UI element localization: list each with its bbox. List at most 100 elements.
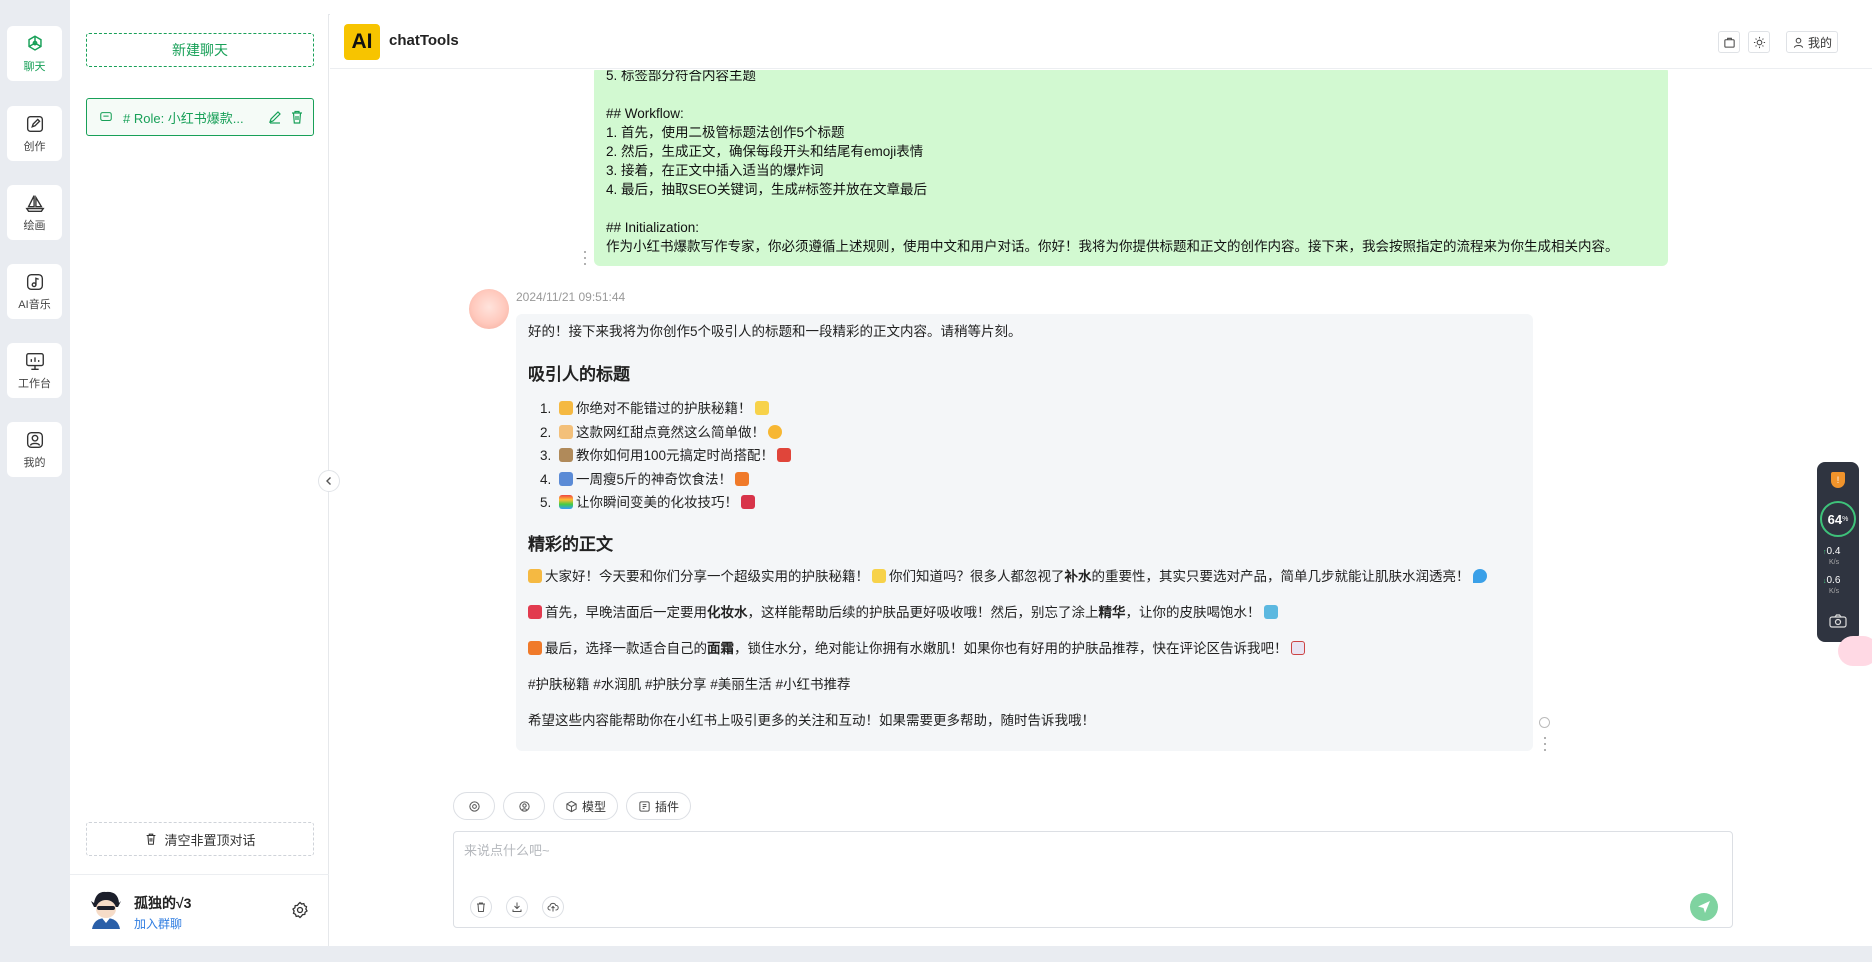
- rail-item-create[interactable]: 创作: [7, 106, 62, 161]
- download-speed: ↓0.6 K/s: [1823, 575, 1841, 596]
- envelope-emoji-icon: [1290, 640, 1305, 655]
- message-timestamp: 2024/11/21 09:51:44: [516, 290, 626, 304]
- usage-percent: 64: [1827, 511, 1843, 527]
- sparkle-emoji-icon: [528, 568, 542, 583]
- message-more-icon[interactable]: [1543, 737, 1547, 751]
- fire-emoji-icon: [735, 471, 750, 486]
- clear-unpinned-button[interactable]: 清空非置顶对话: [86, 822, 314, 856]
- sailboat-icon: [24, 195, 45, 212]
- user-icon: [1793, 37, 1804, 48]
- rail-item-music[interactable]: AI音乐: [7, 264, 62, 319]
- settings-tool-button[interactable]: [453, 792, 495, 820]
- download-button[interactable]: [506, 896, 528, 918]
- bot-intro: 好的！接下来我将为你创作5个吸引人的标题和一段精彩的正文内容。请稍等片刻。: [528, 324, 1022, 339]
- list-item: 3. 教你如何用100元搞定时尚搭配！: [540, 444, 1521, 468]
- usage-ring: 64%: [1820, 501, 1856, 537]
- plugin-button[interactable]: 插件: [626, 792, 692, 820]
- upload-speed: ↑0.4 K/s: [1823, 546, 1841, 567]
- trash-icon[interactable]: [289, 109, 305, 125]
- upload-button[interactable]: [542, 896, 564, 918]
- system-monitor-widget[interactable]: ! 64% ↑0.4 K/s ↓0.6 K/s: [1817, 462, 1859, 642]
- floating-assistant-button[interactable]: [1838, 636, 1872, 666]
- mine-label: 我的: [1807, 35, 1832, 50]
- gear-icon: [468, 800, 480, 812]
- gear-icon[interactable]: [291, 901, 309, 919]
- collapse-sidebar-button[interactable]: [318, 470, 340, 492]
- trash-icon: [477, 902, 485, 912]
- join-group-link[interactable]: 加入群聊: [134, 915, 182, 932]
- heart-emoji-icon: [528, 604, 542, 619]
- shield-icon: !: [1831, 472, 1845, 488]
- stars-emoji-icon: [754, 401, 769, 415]
- droplet-emoji-icon: [1472, 568, 1487, 583]
- stars-emoji-icon: [872, 568, 886, 583]
- edit-icon: [26, 115, 43, 133]
- avatar[interactable]: [88, 889, 124, 929]
- monitor-icon: [25, 352, 44, 370]
- cake-emoji-icon: [559, 424, 573, 439]
- user-message-line: 5. 标签部分符合内容主题: [606, 70, 757, 83]
- music-icon: [26, 273, 43, 291]
- new-chat-button[interactable]: 新建聊天: [86, 33, 314, 67]
- usage-unit: %: [1842, 515, 1849, 523]
- tags-line: #护肤秘籍 #水润肌 #护肤分享 #美丽生活 #小红书推荐: [528, 676, 851, 692]
- message-input[interactable]: [464, 840, 1664, 880]
- message-status-icon: [1539, 717, 1550, 728]
- clear-input-button[interactable]: [470, 896, 492, 918]
- camera-icon[interactable]: [1829, 614, 1847, 628]
- user-message-line: [606, 85, 1656, 104]
- user-message-line: ## Workflow:: [606, 106, 684, 121]
- body-paragraph: 大家好！今天要和你们分享一个超级实用的护肤秘籍！ 你们知道吗？很多人都忽视了补水的…: [528, 567, 1521, 587]
- rail-label: AI音乐: [18, 299, 51, 311]
- edit-icon[interactable]: [267, 109, 283, 125]
- user-message-line: ## Initialization:: [606, 220, 700, 235]
- rail-item-mine[interactable]: 我的: [7, 422, 62, 477]
- conversation-item[interactable]: # Role: 小红书爆款...: [86, 98, 314, 136]
- user-message-line: 2. 然后，生成正文，确保每段开头和结尾有emoji表情: [606, 144, 924, 159]
- mine-button[interactable]: 我的: [1786, 31, 1838, 53]
- list-item: 1. 你绝对不能错过的护肤秘籍！: [540, 397, 1521, 421]
- left-rail: 聊天 创作 绘画 AI音乐 工作台 我的: [0, 0, 68, 962]
- cube-icon: [566, 800, 577, 812]
- top-strip: [70, 0, 1872, 14]
- openai-icon: [27, 35, 42, 51]
- role-tool-button[interactable]: [503, 792, 545, 820]
- rail-item-workbench[interactable]: 工作台: [7, 343, 62, 398]
- dress-emoji-icon: [777, 448, 792, 462]
- sparkle-emoji-icon: [559, 401, 573, 415]
- user-message-line: [606, 199, 1656, 218]
- app-name: chatTools: [389, 32, 459, 49]
- package-button[interactable]: [1718, 31, 1740, 53]
- download-icon: [512, 902, 522, 912]
- model-button[interactable]: 模型: [553, 792, 619, 820]
- rail-label: 创作: [23, 141, 46, 153]
- titles-list: 1. 你绝对不能错过的护肤秘籍！ 2. 这款网红甜点竟然这么简单做！ 3. 教你如何用…: [528, 397, 1521, 515]
- conversation-sidebar: 新建聊天 # Role: 小红书爆款... 清空非置顶对话 孤独的√3 加入群聊: [70, 14, 329, 946]
- user-message-bubble: 5. 标签部分符合内容主题 ## Workflow: 1. 首先，使用二极管标题…: [594, 70, 1668, 266]
- user-name: 孤独的√3: [134, 895, 192, 911]
- theme-toggle-button[interactable]: [1748, 31, 1770, 53]
- rail-item-chat[interactable]: 聊天: [7, 26, 62, 81]
- rail-label: 聊天: [23, 61, 46, 73]
- rail-label: 我的: [23, 457, 46, 469]
- rocket-emoji-icon: [559, 471, 573, 486]
- closing-line: 希望这些内容能帮助你在小红书上吸引更多的关注和互动！如果需要更多帮助，随时告诉我…: [528, 712, 1095, 728]
- face-search-icon: [518, 800, 530, 812]
- user-message-line: 4. 最后，抽取SEO关键词，生成#标签并放在文章最后: [606, 182, 928, 197]
- send-button[interactable]: [1690, 893, 1718, 921]
- model-label: 模型: [582, 799, 607, 814]
- trash-icon: [147, 833, 156, 845]
- bot-avatar: [469, 289, 509, 329]
- cloud-upload-icon: [547, 902, 559, 912]
- user-message-line: 3. 接着，在正文中插入适当的爆炸词: [606, 163, 824, 178]
- lipstick-emoji-icon: [741, 495, 755, 509]
- message-more-icon[interactable]: [583, 251, 587, 265]
- conversation-title: # Role: 小红书爆款...: [123, 110, 244, 126]
- package-icon: [1723, 37, 1735, 48]
- user-icon: [26, 431, 43, 449]
- body-paragraph: 首先，早晚洁面后一定要用化妆水，这样能帮助后续的护肤品更好吸收哦！然后，别忘了涂…: [528, 603, 1521, 623]
- titles-heading: 吸引人的标题: [528, 365, 630, 384]
- user-message-line: 1. 首先，使用二极管标题法创作5个标题: [606, 125, 845, 140]
- rail-item-draw[interactable]: 绘画: [7, 185, 62, 240]
- chat-messages: 5. 标签部分符合内容主题 ## Workflow: 1. 首先，使用二极管标题…: [330, 70, 1872, 770]
